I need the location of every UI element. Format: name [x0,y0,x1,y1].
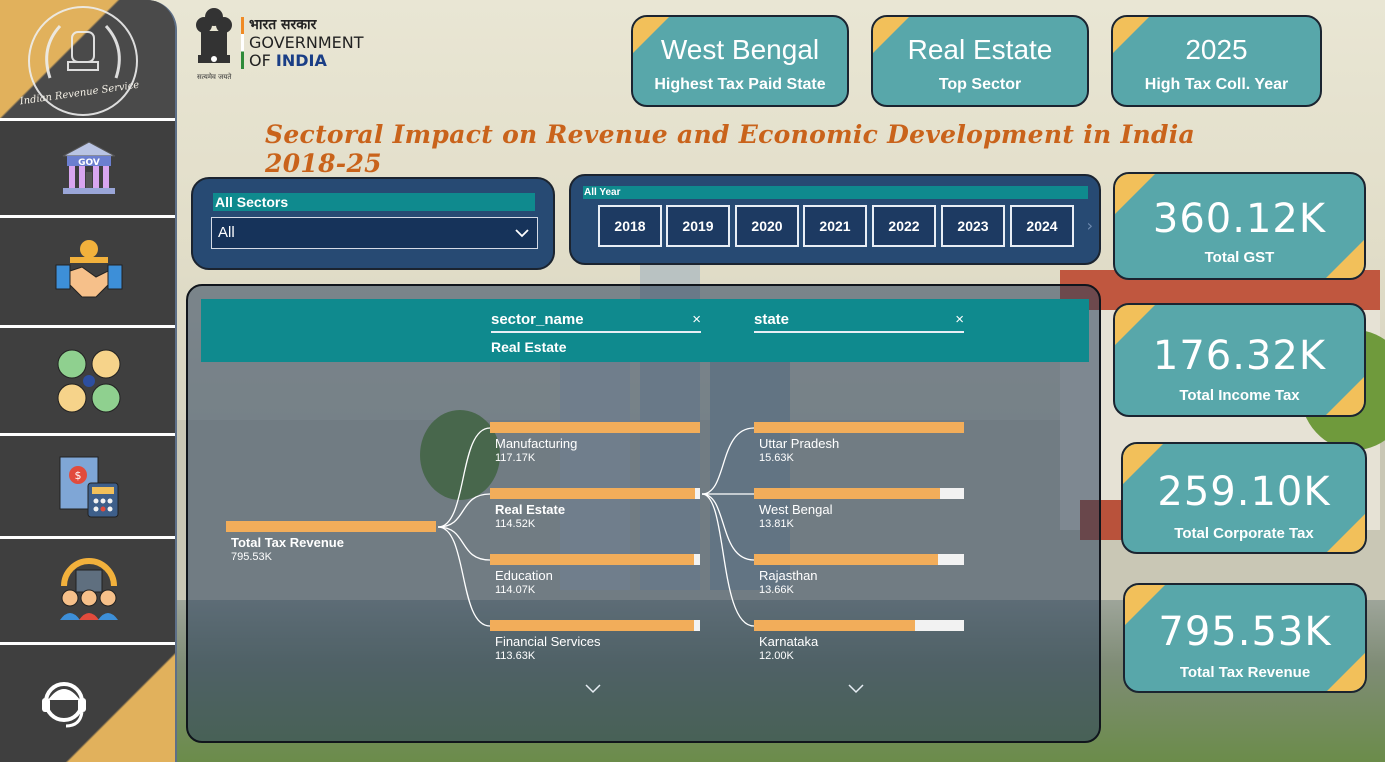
node-value: 114.07K [495,584,536,596]
government-of-india-logo: भारत सरकार GOVERNMENT OF INDIA सत्यमेव ज… [193,5,373,85]
node-name: Financial Services [495,634,601,649]
year-button-2020[interactable]: 2020 [735,205,799,247]
card-label: High Tax Coll. Year [1144,76,1289,93]
high-tax-year-card: 2025 High Tax Coll. Year [1111,15,1322,107]
node-bar [226,521,436,532]
chevron-down-icon [515,229,529,238]
card-value: 2025 [1185,34,1248,65]
node-bar [490,488,696,499]
highest-tax-state-card: West Bengal Highest Tax Paid State [631,15,849,107]
year-slicer-header: All Year [583,186,1088,199]
node-name: Karnataka [759,634,819,649]
card-label: Top Sector [938,76,1022,93]
tax-calculator-icon: $ [59,456,118,518]
node-bar [754,422,964,433]
node-bar [754,620,916,631]
nav-item-citizens[interactable] [0,536,175,642]
year-button-2018[interactable]: 2018 [598,205,662,247]
node-name: Rajasthan [759,568,818,583]
sector-slicer-header: All Sectors [213,193,535,211]
government-building-icon: GOV [62,141,115,194]
year-button-2024[interactable]: 2024 [1010,205,1074,247]
nav-item-support[interactable] [0,642,175,762]
citizens-icon [59,557,118,620]
node-value: 15.63K [759,452,794,464]
node-name: Total Tax Revenue [231,535,344,550]
nav-item-government[interactable]: GOV [0,118,175,215]
nav-item-partnership[interactable] [0,215,175,325]
chevron-right-icon[interactable]: › [1087,216,1093,235]
node-name: Manufacturing [495,436,578,451]
node-name: Education [495,568,553,583]
node-value: 13.81K [759,518,794,530]
node-value: 12.00K [759,650,794,662]
ashoka-emblem-icon [196,8,232,63]
year-button-2022[interactable]: 2022 [872,205,936,247]
node-value: 795.53K [231,551,272,563]
year-button-2021[interactable]: 2021 [803,205,867,247]
node-bar [490,620,694,631]
node-bar [754,488,940,499]
total-corporate-tax-card: 259.10K Total Corporate Tax [1121,442,1367,554]
sectors-icon [57,349,120,412]
goi-motto: सत्यमेव जयते [197,73,232,81]
goi-hindi-text: भारत सरकार [249,17,317,33]
support-agent-icon [41,681,86,727]
node-name: Uttar Pradesh [759,436,840,451]
svg-text:$: $ [74,469,81,482]
node-bar [490,554,695,565]
chevron-down-icon[interactable] [848,684,864,694]
node-value: 13.66K [759,584,794,596]
kpi-label: Total GST [1204,249,1275,266]
node-name: West Bengal [759,502,833,517]
node-name: Real Estate [495,502,566,517]
page-title: Sectoral Impact on Revenue and Economic … [265,120,1196,178]
node-value: 117.17K [495,452,536,464]
node-value: 114.52K [495,518,536,530]
goi-line1: GOVERNMENT [249,33,364,52]
tree-links [437,427,755,627]
card-value: Real Estate [907,34,1053,65]
year-button-2019[interactable]: 2019 [666,205,730,247]
card-value: West Bengal [660,34,820,65]
kpi-label: Total Corporate Tax [1174,525,1314,542]
handshake-icon [55,239,122,297]
year-button-2023[interactable]: 2023 [941,205,1005,247]
sector-dropdown-value: All [218,224,235,241]
kpi-label: Total Tax Revenue [1179,664,1311,681]
kpi-value: 259.10K [1157,469,1331,515]
year-slicer: All Year 2018 2019 2020 2021 2022 2023 2… [569,174,1101,265]
total-tax-revenue-card: 795.53K Total Tax Revenue [1123,583,1367,693]
total-gst-card: 360.12K Total GST [1113,172,1366,280]
total-income-tax-card: 176.32K Total Income Tax [1113,303,1366,417]
nav-item-sectors[interactable] [0,325,175,433]
kpi-value: 795.53K [1158,609,1332,655]
top-sector-card: Real Estate Top Sector [871,15,1089,107]
sector-slicer: All Sectors All [191,177,555,270]
sector-dropdown[interactable]: All [211,217,538,249]
kpi-value: 360.12K [1152,196,1327,242]
node-bar [754,554,938,565]
kpi-value: 176.32K [1152,333,1327,379]
kpi-label: Total Income Tax [1179,387,1300,404]
sidebar: Indian Revenue Service GOV $ [0,0,177,762]
goi-line2: OF INDIA [249,51,327,70]
node-value: 113.63K [495,650,536,662]
decomposition-tree: sector_name × Real Estate state × Total … [186,284,1101,743]
node-bar [490,422,700,433]
card-label: Highest Tax Paid State [654,76,826,93]
irs-logo: Indian Revenue Service [0,0,175,118]
chevron-down-icon[interactable] [585,684,601,694]
nav-item-tax[interactable]: $ [0,433,175,536]
